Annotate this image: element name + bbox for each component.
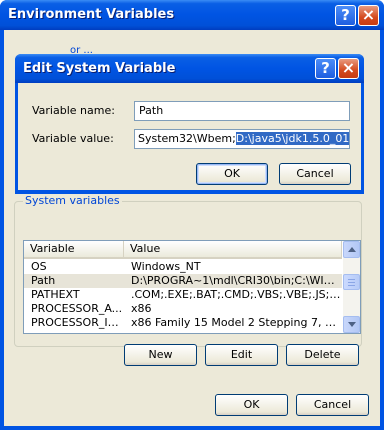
variable-name-input[interactable]: Path [134,101,350,121]
window-ok-button[interactable]: OK [215,394,288,416]
table-row[interactable]: PROCESSOR_ID... x86 Family 15 Model 2 St… [24,316,342,330]
scroll-thumb[interactable] [343,274,360,290]
scroll-down-icon[interactable] [343,316,360,333]
window-title: Environment Variables [8,7,175,22]
variable-cell: Path [31,274,56,287]
table-row[interactable]: PATHEXT .COM;.EXE;.BAT;.CMD;.VBS;.VBE;.J… [24,288,342,302]
value-cell: x86 Family 15 Model 2 Stepping 7, Genu..… [131,316,342,329]
dialog-title-bar[interactable]: Edit System Variable ? × [15,54,364,83]
value-cell: Windows_NT [131,260,201,273]
vertical-scrollbar[interactable] [343,241,360,333]
variable-name-value: Path [139,104,164,117]
system-variables-list[interactable]: Variable Value OS Windows_NT Path D:\PRO… [23,240,361,334]
close-icon[interactable]: × [358,5,379,26]
variable-cell: PROCESSOR_ID... [31,316,124,329]
new-button[interactable]: New [124,344,197,366]
variable-value-label: Variable value: [32,132,114,145]
variable-cell: OS [31,260,47,273]
dialog-cancel-button[interactable]: Cancel [279,163,351,185]
system-variables-label: System variables [23,194,122,207]
table-row[interactable]: OS Windows_NT [24,260,342,274]
dialog-ok-button[interactable]: OK [196,163,268,185]
variable-value-visible: System32\Wbem; [138,132,236,145]
close-icon[interactable]: × [338,58,359,79]
value-cell: .COM;.EXE;.BAT;.CMD;.VBS;.VBE;.JS;.... [131,288,342,301]
variable-cell: PROCESSOR_A... [31,302,123,315]
table-row[interactable]: PROCESSOR_A... x86 [24,302,342,316]
dialog-ok-label: OK [224,167,240,180]
value-cell: D:\PROGRA~1\mdl\CRI30\bin;C:\WIND... [131,274,342,287]
dialog-title: Edit System Variable [23,61,176,76]
variable-cell: PATHEXT [31,288,80,301]
value-cell: x86 [131,302,152,315]
window-cancel-button[interactable]: Cancel [296,394,369,416]
help-icon[interactable]: ? [315,58,336,79]
list-rows: OS Windows_NT Path D:\PROGRA~1\mdl\CRI30… [24,260,342,330]
delete-button[interactable]: Delete [286,344,359,366]
list-header: Variable Value [24,241,342,259]
variable-value-input[interactable]: System32\Wbem;D:\java5\jdk1.5.0_01\bin [134,129,350,149]
column-header-value[interactable]: Value [124,241,342,257]
help-icon[interactable]: ? [335,5,356,26]
scroll-up-icon[interactable] [343,241,360,258]
edit-system-variable-dialog: Edit System Variable ? × Variable name: … [15,54,364,194]
edit-button[interactable]: Edit [205,344,278,366]
dialog-body: Variable name: Path Variable value: Syst… [18,83,361,190]
table-row-selected[interactable]: Path D:\PROGRA~1\mdl\CRI30\bin;C:\WIND..… [24,274,342,288]
variable-name-label: Variable name: [32,104,115,117]
column-header-variable[interactable]: Variable [24,241,124,257]
title-bar[interactable]: Environment Variables ? × [0,0,384,30]
variable-value-selection: D:\java5\jdk1.5.0_01\bin [235,132,349,145]
